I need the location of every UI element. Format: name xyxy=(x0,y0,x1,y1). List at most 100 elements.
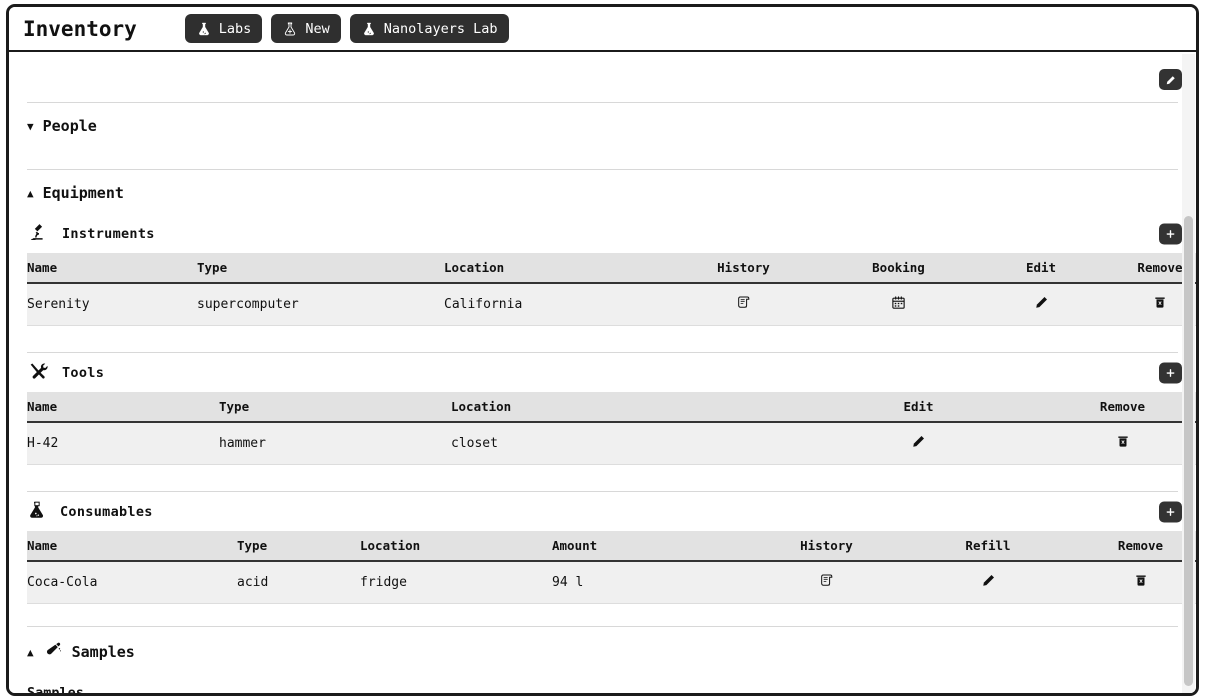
cell-edit xyxy=(806,422,1031,465)
column-header-amount: Amount xyxy=(552,531,744,562)
scrollbar-track[interactable] xyxy=(1182,54,1195,693)
column-header-edit: Edit xyxy=(976,253,1106,284)
cell-amount: 94 l xyxy=(552,561,744,604)
column-header-history: History xyxy=(666,253,821,284)
table-header-row: Name Type Location History Booking Edit … xyxy=(27,253,1196,284)
column-header-type: Type xyxy=(197,253,444,284)
cell-booking xyxy=(821,283,976,326)
table-row: H-42 hammer closet xyxy=(27,422,1196,465)
subsection-header-instruments: Instruments xyxy=(9,214,1196,253)
section-label-people: People xyxy=(42,117,97,135)
booking-button[interactable] xyxy=(891,295,906,310)
column-header-location: Location xyxy=(360,531,552,562)
trash-icon xyxy=(1155,296,1165,308)
microscope-icon xyxy=(27,222,49,246)
remove-button[interactable] xyxy=(1116,434,1130,449)
trash-icon xyxy=(1135,574,1146,586)
scroll-icon xyxy=(737,296,749,308)
column-header-history: History xyxy=(744,531,909,562)
caret-up-icon: ▲ xyxy=(27,186,34,200)
cell-name: Coca-Cola xyxy=(27,561,237,604)
tools-table: Name Type Location Edit Remove H-42 hamm… xyxy=(27,392,1196,465)
subsection-label-samples: Samples xyxy=(27,685,84,693)
subsection-label-tools: Tools xyxy=(62,365,105,381)
column-header-location: Location xyxy=(444,253,666,284)
section-header-people[interactable]: ▼ People xyxy=(9,103,1196,147)
cell-type: acid xyxy=(237,561,360,604)
instruments-table: Name Type Location History Booking Edit … xyxy=(27,253,1196,326)
nanolayers-lab-button[interactable]: Nanolayers Lab xyxy=(349,14,509,43)
table-row: Serenity supercomputer California xyxy=(27,283,1196,326)
pencil-icon xyxy=(913,435,924,447)
calendar-icon xyxy=(892,295,905,309)
history-button[interactable] xyxy=(736,294,752,310)
table-header-row: Name Type Location Edit Remove xyxy=(27,392,1196,423)
test-tube-icon xyxy=(43,641,63,663)
edit-button[interactable] xyxy=(1034,295,1049,310)
new-button-label: New xyxy=(305,20,330,37)
app-root: Inventory Labs New Nanolayers Lab ▼ Peop… xyxy=(0,0,1205,699)
app-header: Inventory Labs New Nanolayers Lab xyxy=(9,7,1196,52)
inventory-window: Inventory Labs New Nanolayers Lab ▼ Peop… xyxy=(6,4,1199,696)
caret-down-icon: ▼ xyxy=(27,119,34,133)
pencil-icon xyxy=(1035,296,1047,308)
pencil-icon xyxy=(1166,75,1175,84)
cell-type: supercomputer xyxy=(197,283,444,326)
section-header-samples[interactable]: ▲ Samples xyxy=(9,627,1196,675)
table-row: Coca-Cola acid fridge 94 l xyxy=(27,561,1196,604)
clipped-section xyxy=(9,52,1196,102)
column-header-name: Name xyxy=(27,392,219,423)
column-header-type: Type xyxy=(237,531,360,562)
cell-remove xyxy=(1031,422,1196,465)
remove-button[interactable] xyxy=(1134,573,1148,588)
remove-button[interactable] xyxy=(1153,295,1167,310)
subsection-header-consumables: Consumables xyxy=(9,492,1196,531)
labs-button-label: Labs xyxy=(218,20,252,37)
scroll-body[interactable]: ▼ People ▲ Equipment Instruments Name Ty… xyxy=(9,52,1196,693)
cell-type: hammer xyxy=(219,422,451,465)
cell-history xyxy=(744,561,909,604)
cell-history xyxy=(666,283,821,326)
cell-name: Serenity xyxy=(27,283,197,326)
column-header-name: Name xyxy=(27,253,197,284)
plus-icon xyxy=(1166,368,1175,377)
plus-icon xyxy=(1166,229,1175,238)
section-edit-button[interactable] xyxy=(1159,69,1182,90)
flask-icon xyxy=(27,500,47,524)
new-button[interactable]: New xyxy=(271,14,341,43)
labs-button[interactable]: Labs xyxy=(184,14,263,43)
section-header-equipment[interactable]: ▲ Equipment xyxy=(9,170,1196,214)
cell-location: California xyxy=(444,283,666,326)
hammer-wrench-icon xyxy=(27,361,49,385)
nanolayers-lab-button-label: Nanolayers Lab xyxy=(383,20,498,37)
flask-icon xyxy=(361,21,377,37)
caret-up-icon: ▲ xyxy=(27,645,34,659)
cell-location: closet xyxy=(451,422,806,465)
cell-edit xyxy=(976,283,1106,326)
pencil-icon xyxy=(982,574,994,586)
flask-plus-icon xyxy=(282,21,298,37)
column-header-edit: Edit xyxy=(806,392,1031,423)
subsection-label-instruments: Instruments xyxy=(62,226,155,242)
cell-location: fridge xyxy=(360,561,552,604)
column-header-refill: Refill xyxy=(909,531,1067,562)
flask-icon xyxy=(196,21,212,37)
plus-icon xyxy=(1166,507,1175,516)
column-header-remove: Remove xyxy=(1031,392,1196,423)
add-instrument-button[interactable] xyxy=(1159,223,1182,244)
add-tool-button[interactable] xyxy=(1159,362,1182,383)
cell-refill xyxy=(909,561,1067,604)
subsection-label-consumables: Consumables xyxy=(60,504,153,520)
refill-button[interactable] xyxy=(981,573,996,588)
trash-icon xyxy=(1117,435,1128,447)
column-header-name: Name xyxy=(27,531,237,562)
scrollbar-thumb[interactable] xyxy=(1184,216,1193,686)
add-consumable-button[interactable] xyxy=(1159,501,1182,522)
subsection-header-tools: Tools xyxy=(9,353,1196,392)
column-header-booking: Booking xyxy=(821,253,976,284)
edit-button[interactable] xyxy=(911,434,926,449)
column-header-remove: Remove xyxy=(1067,531,1196,562)
table-header-row: Name Type Location Amount History Refill… xyxy=(27,531,1196,562)
history-button[interactable] xyxy=(819,572,835,588)
cell-name: H-42 xyxy=(27,422,219,465)
